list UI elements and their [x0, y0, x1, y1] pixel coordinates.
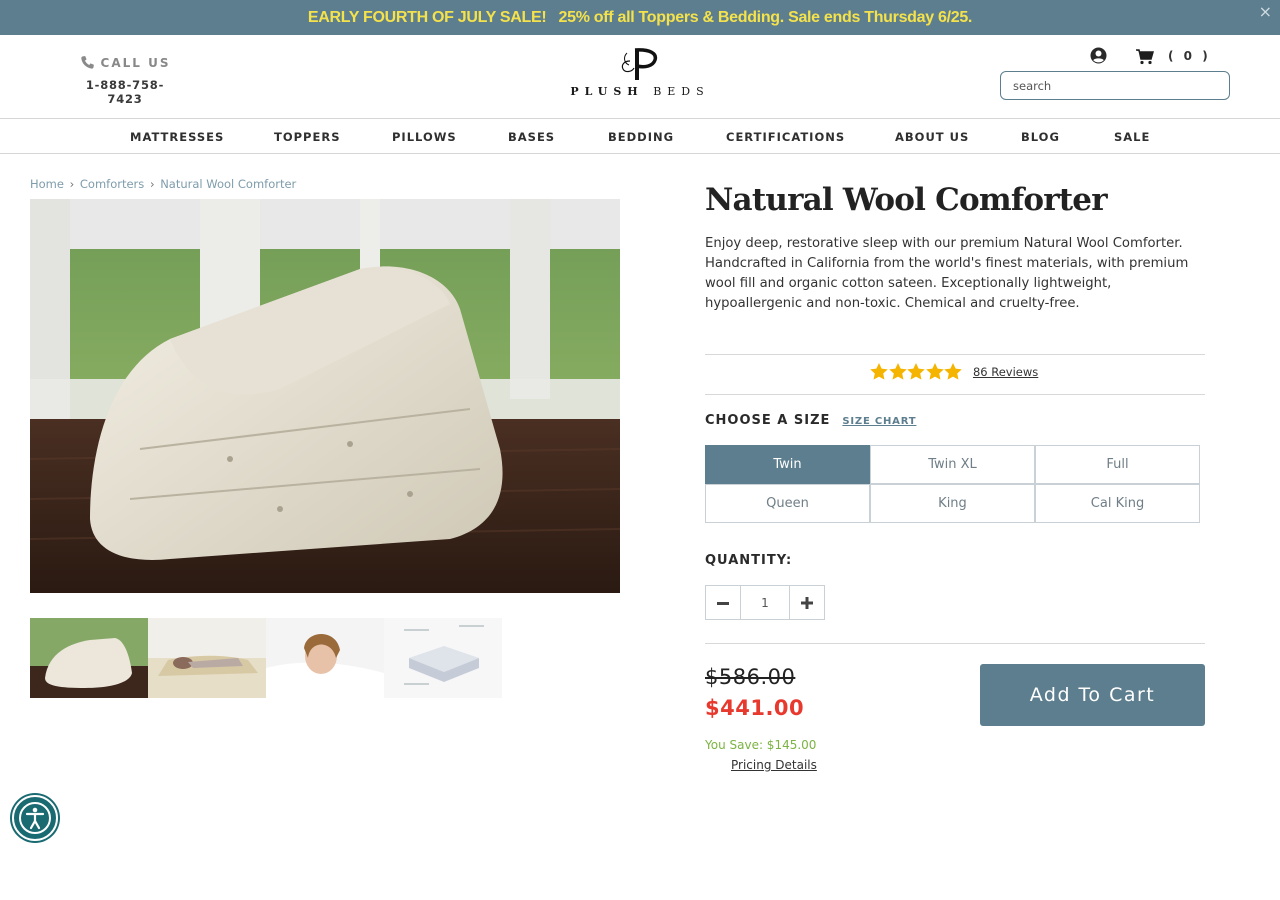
breadcrumb-comforters[interactable]: Comforters — [80, 177, 144, 191]
accessibility-button[interactable] — [12, 795, 58, 841]
logo-monogram — [621, 48, 658, 80]
sale-price: $441.00 — [705, 696, 805, 720]
cart-icon[interactable] — [1136, 49, 1154, 65]
size-option-twin[interactable]: Twin — [705, 445, 870, 484]
plushbeds-logo[interactable]: PLUSH BEDS — [565, 47, 715, 103]
main-nav: MATTRESSES TOPPERS PILLOWS BASES BEDDING… — [0, 120, 1280, 154]
reviews-link[interactable]: 86 Reviews — [973, 365, 1038, 379]
phone-icon — [80, 55, 94, 69]
nav-item-blog[interactable]: BLOG — [1021, 130, 1060, 144]
size-option-twin-xl[interactable]: Twin XL — [870, 445, 1035, 484]
decrease-button[interactable] — [705, 585, 741, 620]
nav-item-sale[interactable]: SALE — [1114, 130, 1150, 144]
size-option-queen[interactable]: Queen — [705, 484, 870, 523]
quantity-stepper — [705, 585, 825, 620]
cart-count[interactable]: ( 0 ) — [1168, 49, 1211, 63]
close-icon[interactable]: × — [1259, 4, 1272, 20]
breadcrumb: Home › Comforters › Natural Wool Comfort… — [30, 177, 296, 191]
nav-item-bedding[interactable]: BEDDING — [608, 130, 674, 144]
nav-item-toppers[interactable]: TOPPERS — [274, 130, 340, 144]
logo-wordmark: PLUSH BEDS — [570, 85, 710, 98]
promo-text: EARLY FOURTH OF JULY SALE! 25% off all T… — [0, 0, 1280, 35]
breadcrumb-separator: › — [69, 177, 75, 191]
plus-icon — [801, 596, 813, 609]
call-us-text: CALL US — [100, 55, 171, 70]
nav-item-pillows[interactable]: PILLOWS — [392, 130, 457, 144]
promo-headline: EARLY FOURTH OF JULY SALE! — [307, 9, 547, 26]
star-icon — [870, 363, 888, 380]
nav-item-certifications[interactable]: CERTIFICATIONS — [726, 130, 845, 144]
divider — [705, 643, 1205, 644]
accessibility-icon — [19, 802, 51, 834]
product-title: Natural Wool Comforter — [705, 182, 1108, 218]
call-us-label: CALL US — [72, 55, 178, 70]
thumbnail-2[interactable] — [148, 618, 266, 698]
thumbnail-strip — [30, 618, 502, 698]
search-input[interactable] — [1000, 71, 1230, 100]
promo-details: 25% off all Toppers & Bedding. Sale ends… — [558, 9, 973, 26]
divider — [705, 394, 1205, 395]
quantity-label: QUANTITY: — [705, 553, 793, 568]
star-icon — [888, 363, 907, 380]
promo-banner: EARLY FOURTH OF JULY SALE! 25% off all T… — [0, 0, 1280, 35]
choose-size-label: CHOOSE A SIZE — [705, 413, 831, 428]
thumbnail-3[interactable] — [266, 618, 384, 698]
increase-button[interactable] — [789, 585, 825, 620]
size-header: CHOOSE A SIZE SIZE CHART — [705, 413, 916, 428]
star-icon — [907, 363, 925, 380]
divider — [705, 354, 1205, 355]
account-icon[interactable] — [1090, 47, 1107, 64]
star-icon — [926, 363, 944, 380]
breadcrumb-current[interactable]: Natural Wool Comforter — [160, 177, 296, 191]
site-header: CALL US 1-888-758-7423 PLUSH BEDS ( 0 ) — [0, 35, 1280, 119]
pricing-details-link[interactable]: Pricing Details — [731, 758, 817, 772]
quantity-input[interactable] — [741, 585, 789, 620]
size-option-king[interactable]: King — [870, 484, 1035, 523]
product-main-image[interactable] — [30, 199, 620, 593]
phone-number[interactable]: 1-888-758-7423 — [72, 78, 178, 106]
breadcrumb-separator: › — [149, 177, 155, 191]
nav-item-bases[interactable]: BASES — [508, 130, 555, 144]
nav-item-mattresses[interactable]: MATTRESSES — [130, 130, 224, 144]
rating-block: 86 Reviews — [870, 363, 1038, 380]
star-icon — [944, 363, 963, 380]
nav-item-about-us[interactable]: ABOUT US — [895, 130, 969, 144]
product-description: Enjoy deep, restorative sleep with our p… — [705, 236, 1189, 311]
size-option-full[interactable]: Full — [1035, 445, 1200, 484]
breadcrumb-home[interactable]: Home — [30, 177, 64, 191]
size-option-cal-king[interactable]: Cal King — [1035, 484, 1200, 523]
add-to-cart-button[interactable]: Add To Cart — [980, 664, 1205, 726]
thumbnail-1[interactable] — [30, 618, 148, 698]
savings-text: You Save: $145.00 — [705, 738, 817, 752]
minus-icon — [717, 601, 729, 605]
size-chart-link[interactable]: SIZE CHART — [842, 416, 916, 427]
call-us-block[interactable]: CALL US 1-888-758-7423 — [72, 55, 178, 106]
thumbnail-4[interactable] — [384, 618, 502, 698]
original-price: $586.00 — [705, 665, 796, 689]
